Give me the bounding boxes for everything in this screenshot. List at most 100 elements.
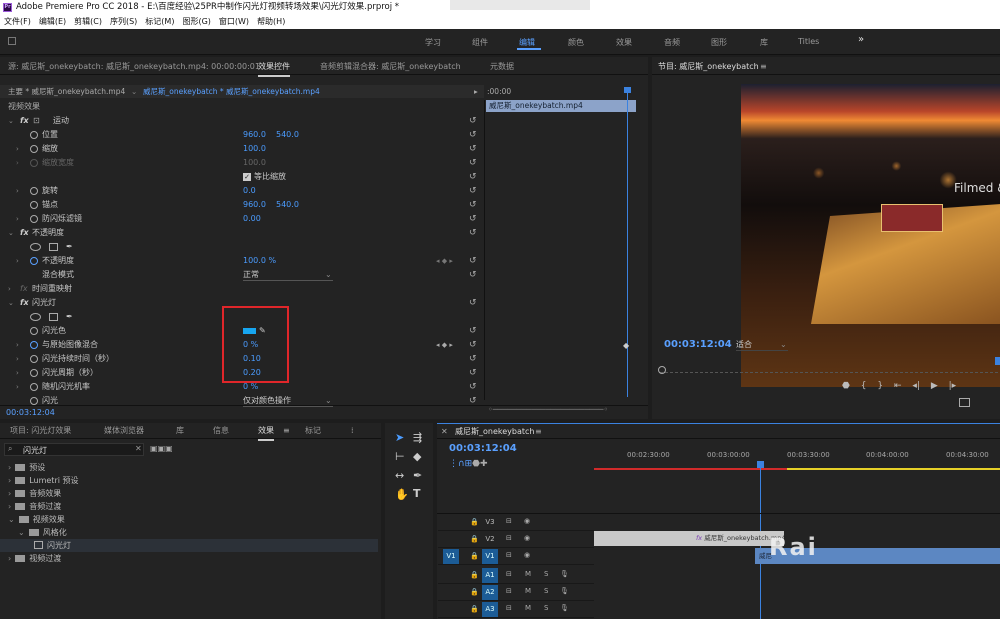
stopwatch-icon[interactable] — [30, 341, 38, 349]
panel-menu-icon[interactable]: ≡ — [283, 423, 290, 439]
reset-icon[interactable]: ↺ — [469, 296, 477, 310]
zoom-handle-icon[interactable] — [658, 366, 666, 374]
microphone-icon[interactable]: 🎙 — [560, 587, 569, 595]
snap-icon[interactable]: ∩ — [458, 459, 465, 469]
checkbox-icon[interactable]: ✓ — [243, 173, 251, 181]
workspace-titles[interactable]: Titles — [798, 37, 819, 46]
stopwatch-icon[interactable] — [30, 397, 38, 405]
accelerated-effects-icon[interactable]: ▣ — [150, 444, 158, 453]
fx-icon[interactable]: fx — [20, 114, 29, 128]
pen-mask-icon[interactable]: ✒ — [66, 240, 73, 254]
rectangle-mask-icon[interactable] — [49, 313, 58, 321]
workspace-overflow-icon[interactable]: » — [858, 34, 864, 45]
reset-icon[interactable]: ↺ — [469, 212, 477, 226]
sync-lock-icon[interactable]: ⊟ — [506, 604, 512, 612]
selection-tool-icon[interactable]: ➤ — [395, 431, 404, 444]
stopwatch-icon[interactable] — [30, 131, 38, 139]
tree-item[interactable]: › 视频过渡 — [8, 552, 61, 565]
track-name[interactable]: A3 — [482, 602, 498, 617]
tab-project[interactable]: 项目: 闪光灯效果 — [10, 423, 71, 439]
add-marker-icon[interactable]: ⬣ — [842, 381, 850, 391]
playhead-handle[interactable] — [757, 461, 764, 468]
slip-tool-icon[interactable]: ↔ — [395, 469, 404, 482]
scale-value[interactable]: 100.0 — [243, 142, 266, 156]
lock-icon[interactable]: 🔒 — [470, 535, 479, 543]
workspace-assembly[interactable]: 组件 — [472, 37, 488, 48]
position-y-value[interactable]: 540.0 — [276, 128, 299, 142]
home-icon[interactable] — [8, 37, 16, 45]
ellipse-mask-icon[interactable] — [30, 243, 41, 251]
tab-markers[interactable]: 标记 — [305, 423, 321, 439]
expand-icon[interactable]: › — [16, 156, 19, 170]
solo-button[interactable]: S — [544, 587, 548, 595]
reset-icon[interactable]: ↺ — [469, 324, 477, 338]
keyframe-icon[interactable]: ◆ — [623, 341, 629, 350]
tree-item[interactable]: ⌄ 风格化 — [18, 526, 67, 539]
workspace-graphics[interactable]: 图形 — [711, 37, 727, 48]
stopwatch-icon[interactable] — [30, 215, 38, 223]
tab-metadata[interactable]: 元数据 — [490, 59, 514, 75]
tab-media-browser[interactable]: 媒体浏览器 — [104, 423, 144, 439]
mute-button[interactable]: M — [525, 604, 531, 612]
lock-icon[interactable]: 🔒 — [470, 518, 479, 526]
tree-item[interactable]: › Lumetri 预设 — [8, 474, 79, 487]
sync-lock-icon[interactable]: ⊟ — [506, 534, 512, 542]
tree-item[interactable]: › 音频过渡 — [8, 500, 61, 513]
lock-icon[interactable]: 🔒 — [470, 605, 479, 613]
expand-icon[interactable]: › — [16, 184, 19, 198]
hand-tool-icon[interactable]: ✋ — [395, 488, 409, 501]
fit-select[interactable]: 适合 ⌄ — [736, 339, 788, 351]
reset-icon[interactable]: ↺ — [469, 114, 477, 128]
stopwatch-icon[interactable] — [30, 383, 38, 391]
mute-button[interactable]: M — [525, 587, 531, 595]
reset-icon[interactable]: ↺ — [469, 156, 477, 170]
collapse-icon[interactable]: ⌄ — [8, 296, 14, 310]
rectangle-mask-icon[interactable] — [49, 243, 58, 251]
reset-icon[interactable]: ↺ — [469, 254, 477, 268]
stopwatch-icon[interactable] — [30, 327, 38, 335]
tree-item[interactable]: ⌄ 视频效果 — [8, 513, 65, 526]
eye-icon[interactable]: ◉ — [524, 551, 530, 559]
track-select-tool-icon[interactable]: ⇶ — [413, 431, 422, 444]
solo-button[interactable]: S — [544, 604, 548, 612]
tree-item-selected[interactable]: 闪光灯 — [0, 539, 378, 552]
mark-in-icon[interactable]: { — [861, 381, 867, 391]
zoom-scroll-handle[interactable]: ◦───────────────────────◦ — [488, 403, 608, 417]
reset-icon[interactable]: ↺ — [469, 170, 477, 184]
mini-playhead[interactable] — [627, 87, 628, 397]
tree-item[interactable]: › 音频效果 — [8, 487, 61, 500]
mini-timeline-ruler[interactable]: :00:00 — [484, 85, 636, 98]
settings-wrench-icon[interactable]: ✚ — [480, 459, 488, 469]
clip-v2[interactable]: fx 威尼斯_onekeybatch.mp4 — [594, 531, 784, 546]
sync-lock-icon[interactable]: ⊟ — [506, 570, 512, 578]
reset-icon[interactable]: ↺ — [469, 128, 477, 142]
menu-window[interactable]: 窗口(W) — [219, 17, 249, 26]
reset-icon[interactable]: ↺ — [469, 380, 477, 394]
microphone-icon[interactable]: 🎙 — [560, 570, 569, 578]
eye-icon[interactable]: ◉ — [524, 517, 530, 525]
menu-clip[interactable]: 剪辑(C) — [74, 17, 102, 26]
program-timecode[interactable]: 00:03:12:04 — [664, 339, 732, 350]
menu-edit[interactable]: 编辑(E) — [39, 17, 66, 26]
rotation-value[interactable]: 0.0 — [243, 184, 256, 198]
solo-button[interactable]: S — [544, 570, 548, 578]
reset-icon[interactable]: ↺ — [469, 198, 477, 212]
stopwatch-icon[interactable] — [30, 145, 38, 153]
opacity-value[interactable]: 100.0 % — [243, 254, 276, 268]
track-name[interactable]: A1 — [482, 568, 498, 583]
sync-lock-icon[interactable]: ⊟ — [506, 551, 512, 559]
expand-icon[interactable]: › — [8, 282, 11, 296]
add-marker-icon[interactable]: ⬣ — [472, 459, 480, 469]
mini-playhead-handle[interactable] — [624, 87, 631, 93]
workspace-learn[interactable]: 学习 — [425, 37, 441, 48]
menu-marker[interactable]: 标记(M) — [145, 17, 174, 26]
tree-item[interactable]: › 预设 — [8, 461, 45, 474]
tab-effects[interactable]: 效果 — [258, 423, 274, 441]
anchor-y-value[interactable]: 540.0 — [276, 198, 299, 212]
eye-icon[interactable]: ◉ — [524, 534, 530, 542]
timeline-timecode[interactable]: 00:03:12:04 — [449, 443, 517, 454]
expand-icon[interactable]: › — [16, 380, 19, 394]
reset-icon[interactable]: ↺ — [469, 268, 477, 282]
stopwatch-icon[interactable] — [30, 355, 38, 363]
ellipse-mask-icon[interactable] — [30, 313, 41, 321]
